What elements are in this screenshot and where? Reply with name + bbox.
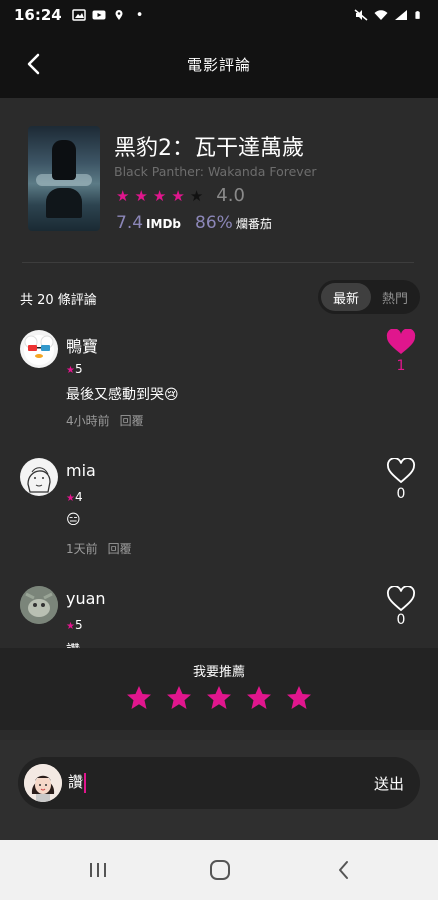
- imdb-score: 7.4: [116, 213, 144, 233]
- movie-poster: [28, 126, 100, 231]
- home-icon[interactable]: [208, 858, 232, 882]
- review-stars: ★4: [66, 490, 83, 504]
- recommend-label: 我要推薦: [192, 665, 245, 680]
- recommend-star-5[interactable]: [286, 685, 312, 711]
- avatar[interactable]: [20, 586, 58, 624]
- like-count: 1: [396, 358, 406, 374]
- reviewer-name: mia: [66, 461, 96, 480]
- user-avatar: [24, 764, 62, 802]
- review-text: 😑: [66, 512, 81, 528]
- review-item: mia ★4 😑 1天前 回覆 0: [0, 456, 438, 576]
- recommend-stars: [126, 685, 312, 711]
- location-icon: [115, 10, 123, 20]
- reviews-header: 共 20 條評論 最新 熱門: [0, 280, 438, 314]
- rating-star-2: ★: [134, 186, 148, 205]
- review-item: 鴨寶 ★5 最後又感動到哭😢 4小時前 回覆 1: [0, 326, 438, 446]
- heart-outline-icon[interactable]: [386, 586, 416, 612]
- back-icon[interactable]: [332, 858, 356, 882]
- heart-outline-icon[interactable]: [386, 458, 416, 484]
- review-meta: 1天前 回覆: [66, 540, 132, 557]
- gallery-icon: [72, 9, 86, 21]
- heart-filled-icon[interactable]: [386, 329, 416, 355]
- tomato-score: 86%: [195, 213, 233, 233]
- review-stars: ★5: [66, 618, 83, 632]
- back-arrow-icon: [27, 53, 40, 75]
- comment-area: 讚 送出: [0, 740, 438, 840]
- sort-hot-button[interactable]: 熱門: [370, 283, 420, 311]
- duck-avatar-icon: [24, 335, 54, 365]
- like-count: 0: [396, 612, 406, 628]
- recommend-star-1[interactable]: [126, 685, 152, 711]
- movie-title: 黑豹2：瓦干達萬歲: [114, 136, 304, 161]
- system-nav-bar: [0, 840, 438, 900]
- mute-icon: [354, 9, 368, 21]
- divider: [22, 262, 414, 263]
- review-stars: ★5: [66, 362, 83, 376]
- photo-avatar-icon: [20, 586, 58, 624]
- sort-latest-button[interactable]: 最新: [321, 283, 371, 311]
- review-time: 1天前: [66, 542, 98, 556]
- text-caret: [84, 772, 87, 793]
- wifi-icon: [374, 10, 388, 20]
- review-time: 4小時前: [66, 414, 110, 428]
- avatar[interactable]: [20, 458, 58, 496]
- app-bar: 電影評論: [0, 30, 438, 98]
- reviewer-name: yuan: [66, 589, 106, 608]
- review-text: 讚: [66, 640, 80, 648]
- comment-input[interactable]: 讚 送出: [18, 757, 420, 809]
- review-count: 共 20 條評論: [20, 293, 97, 308]
- rating-star-3: ★: [152, 186, 167, 205]
- rating-star-4: ★: [171, 186, 185, 205]
- signal-icon: [395, 10, 407, 20]
- status-bar: 16:24 •: [0, 0, 438, 30]
- recommend-star-2[interactable]: [166, 685, 192, 711]
- youtube-icon: [92, 10, 106, 20]
- sketch-avatar-icon: [21, 459, 57, 495]
- imdb-label: IMDb: [146, 217, 182, 231]
- send-button[interactable]: 送出: [374, 773, 404, 794]
- comment-input-value: 讚: [68, 773, 84, 791]
- recommend-panel: 我要推薦: [0, 648, 438, 730]
- status-time: 16:24: [14, 6, 62, 24]
- notification-dot: •: [135, 7, 144, 23]
- rating-star-1: ★: [116, 186, 130, 205]
- recommend-star-3[interactable]: [206, 685, 232, 711]
- movie-info: 黑豹2：瓦干達萬歲 Black Panther: Wakanda Forever…: [0, 98, 438, 263]
- review-meta: 4小時前 回覆: [66, 412, 144, 429]
- girl-avatar-icon: [24, 764, 62, 802]
- review-item: yuan ★5 讚 0: [0, 584, 438, 648]
- reply-button[interactable]: 回覆: [108, 542, 132, 556]
- movie-subtitle: Black Panther: Wakanda Forever: [114, 164, 317, 179]
- battery-icon: [415, 11, 420, 19]
- recents-icon[interactable]: [86, 858, 110, 882]
- like-count: 0: [396, 486, 406, 502]
- recommend-star-4[interactable]: [246, 685, 272, 711]
- movie-rating: ★ ★ ★ ★ ★ 4.0: [116, 185, 245, 206]
- reviewer-name: 鴨寶: [66, 337, 99, 356]
- rating-value: 4.0: [216, 185, 245, 206]
- page-title: 電影評論: [186, 55, 251, 74]
- scores: 7.4 IMDb 86% 爛番茄: [116, 213, 272, 233]
- sort-toggle: 最新 熱門: [318, 280, 420, 314]
- tomato-label: 爛番茄: [235, 217, 272, 231]
- rating-star-5: ★: [189, 186, 204, 205]
- reply-button[interactable]: 回覆: [120, 414, 144, 428]
- back-button[interactable]: [18, 48, 50, 80]
- review-text: 最後又感動到哭😢: [66, 387, 179, 403]
- avatar[interactable]: [20, 330, 58, 368]
